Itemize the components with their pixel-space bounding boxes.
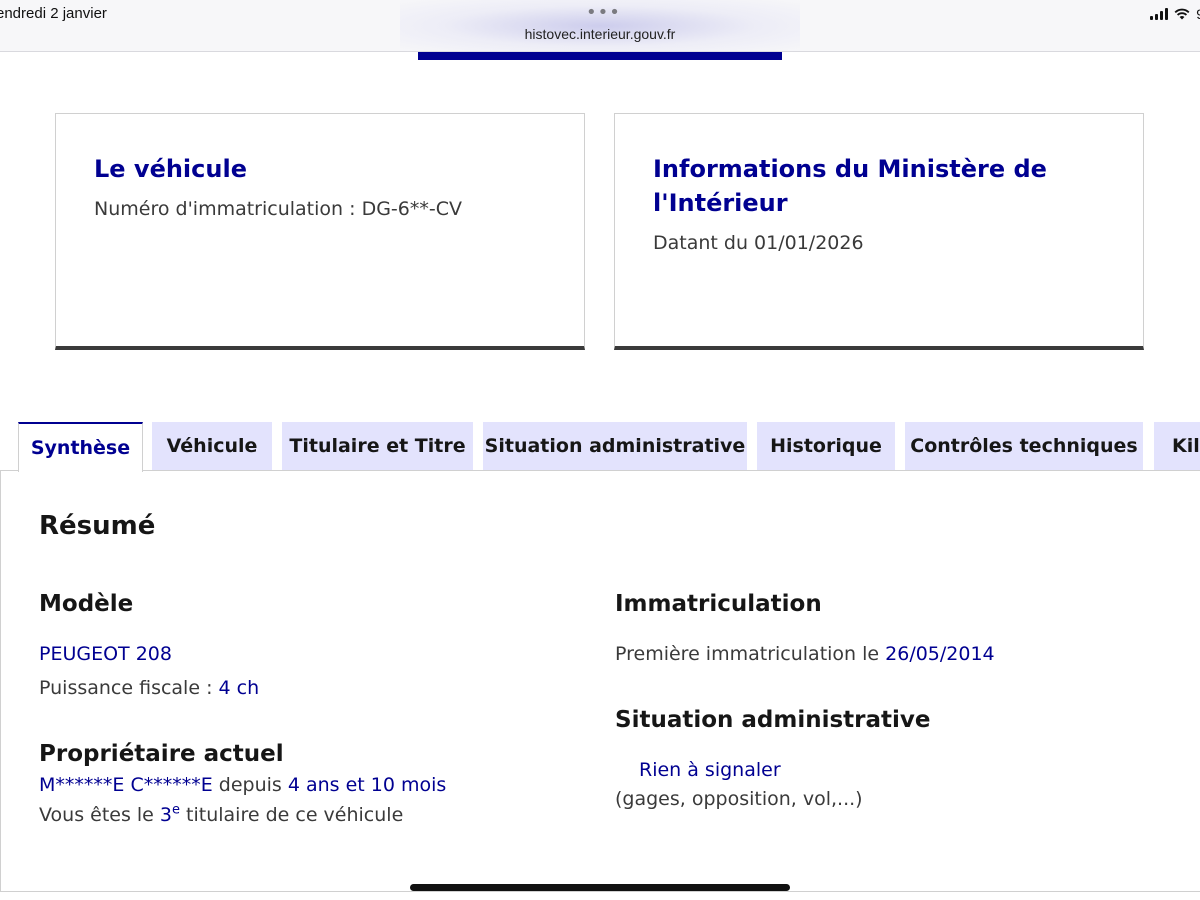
model-name: PEUGEOT 208 (39, 643, 172, 665)
fiscal-power: Puissance fiscale : 4 ch (39, 677, 259, 699)
plate-value: DG-6**-CV (361, 198, 462, 220)
owner-rank-value: 3 (159, 804, 172, 826)
cellular-signal-icon (1150, 8, 1169, 20)
vehicle-card: Le véhicule Numéro d'immatriculation : D… (55, 113, 585, 350)
synthese-panel: Résumé Modèle PEUGEOT 208 Puissance fisc… (0, 470, 1200, 892)
registration-heading: Immatriculation (615, 591, 822, 617)
tab-bar: Synthèse Véhicule Titulaire et Titre Sit… (0, 422, 1200, 472)
tab-synthese[interactable]: Synthèse (18, 422, 143, 472)
data-date-value: 01/01/2026 (754, 232, 864, 254)
owner-name: M******E C******E (39, 774, 213, 796)
tab-vehicule[interactable]: Véhicule (152, 422, 272, 470)
tab-situation-administrative[interactable]: Situation administrative (483, 422, 747, 470)
tab-kilometrage[interactable]: Kil (1154, 422, 1200, 470)
url-address[interactable]: histovec.interieur.gouv.fr (0, 26, 1200, 42)
admin-situation-status: Rien à signaler (639, 759, 781, 781)
owner-heading: Propriétaire actuel (39, 741, 284, 767)
admin-situation-note: (gages, opposition, vol,...) (615, 788, 863, 810)
ministry-card-title: Informations du Ministère de l'Intérieur (653, 155, 1047, 217)
fiscal-power-label: Puissance fiscale : (39, 677, 219, 699)
model-heading: Modèle (39, 591, 134, 617)
admin-situation-heading: Situation administrative (615, 707, 931, 733)
browser-status-bar: endredi 2 janvier ••• histovec.interieur… (0, 0, 1200, 52)
data-date-label: Datant du (653, 232, 755, 254)
summary-title: Résumé (39, 511, 156, 541)
owner-since-value: 4 ans et 10 mois (287, 774, 447, 796)
tab-controles-techniques[interactable]: Contrôles techniques (905, 422, 1143, 470)
first-registration-label: Première immatriculation le (615, 643, 886, 665)
owner-line: M******E C******E depuis 4 ans et 10 moi… (39, 774, 446, 796)
status-date: endredi 2 janvier (0, 5, 107, 22)
more-dots-icon[interactable]: ••• (586, 2, 621, 23)
ministry-card: Informations du Ministère de l'Intérieur… (614, 113, 1144, 350)
tab-historique[interactable]: Historique (757, 422, 895, 470)
wifi-icon (1174, 8, 1190, 20)
home-indicator[interactable] (410, 884, 790, 891)
status-indicators: 9 (1150, 6, 1200, 22)
plate-label: Numéro d'immatriculation : (94, 198, 362, 220)
tab-titulaire-et-titre[interactable]: Titulaire et Titre (282, 422, 473, 470)
battery-level: 9 (1196, 6, 1200, 22)
owner-rank-suffix: titulaire de ce véhicule (180, 804, 404, 826)
vehicle-card-title: Le véhicule (94, 155, 247, 183)
owner-rank: Vous êtes le 3e titulaire de ce véhicule (39, 804, 403, 826)
data-date: Datant du 01/01/2026 (653, 232, 864, 254)
first-registration-value: 26/05/2014 (885, 643, 995, 665)
owner-since-label: depuis (212, 774, 288, 796)
fiscal-power-value: 4 ch (218, 677, 260, 699)
first-registration: Première immatriculation le 26/05/2014 (615, 643, 995, 665)
plate-number: Numéro d'immatriculation : DG-6**-CV (94, 198, 462, 220)
header-accent-bar (418, 52, 782, 60)
owner-rank-sup: e (172, 802, 180, 818)
owner-rank-prefix: Vous êtes le (39, 804, 160, 826)
